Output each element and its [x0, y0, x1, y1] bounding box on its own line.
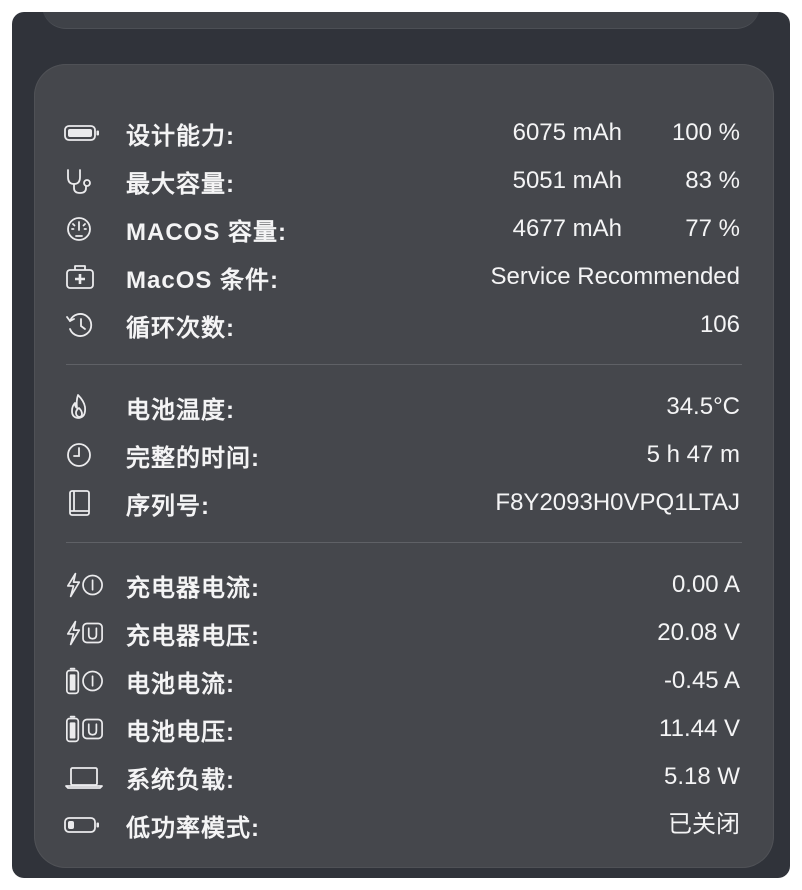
flame-icon: [64, 392, 104, 422]
gauge-icon: [64, 214, 104, 244]
low-power-mode-row: 低功率模式: 已关闭: [64, 807, 740, 843]
design-capacity-row: 设计能力: 6075 mAh 100 %: [64, 115, 740, 151]
battery-voltage-row: 电池电压: 11.44 V: [64, 711, 740, 747]
macos-capacity-row: MACOS 容量: 4677 mAh 77 %: [64, 211, 740, 247]
charger-current-label: 充电器电流:: [126, 574, 260, 602]
battery-info-card: 设计能力: 6075 mAh 100 % 最大容量: 5051 mAh 83 %…: [34, 64, 774, 868]
medical-kit-icon: [64, 262, 104, 292]
macos-capacity-percent: 77 %: [685, 215, 740, 242]
charger-voltage-value: 20.08 V: [657, 619, 740, 646]
time-remaining-row: 完整的时间: 5 h 47 m: [64, 437, 740, 473]
battery-voltage-value: 11.44 V: [659, 715, 740, 742]
divider-2: [66, 542, 742, 543]
cycle-count-row: 循环次数: 106: [64, 307, 740, 343]
temperature-label: 电池温度:: [126, 396, 235, 424]
cycle-count-value: 106: [699, 311, 740, 338]
battery-current-label: 电池电流:: [126, 670, 235, 698]
top-panel: [42, 12, 760, 29]
macos-condition-value: Service Recommended: [490, 263, 740, 290]
low-power-mode-label: 低功率模式:: [126, 814, 260, 842]
history-icon: [64, 310, 104, 340]
battery-window: 设计能力: 6075 mAh 100 % 最大容量: 5051 mAh 83 %…: [12, 12, 790, 878]
system-load-value: 5.18 W: [663, 763, 740, 790]
macos-condition-row: MacOS 条件: Service Recommended: [64, 259, 740, 295]
charger-current-icon: [64, 570, 104, 600]
temperature-row: 电池温度: 34.5°C: [64, 389, 740, 425]
system-load-row: 系统负载: 5.18 W: [64, 759, 740, 795]
macos-capacity-label: MACOS 容量:: [126, 218, 287, 246]
max-capacity-label: 最大容量:: [126, 170, 235, 198]
system-load-label: 系统负载:: [126, 766, 235, 794]
charger-current-value: 0.00 A: [671, 571, 740, 598]
battery-full-icon: [64, 118, 104, 148]
charger-voltage-row: 充电器电压: 20.08 V: [64, 615, 740, 651]
battery-voltage-label: 电池电压:: [126, 718, 235, 746]
temperature-value: 34.5°C: [666, 393, 740, 420]
design-capacity-percent: 100 %: [671, 119, 740, 146]
book-icon: [64, 488, 104, 518]
time-remaining-label: 完整的时间:: [126, 444, 260, 472]
serial-number-label: 序列号:: [126, 492, 210, 520]
max-capacity-value: 5051 mAh: [512, 167, 622, 194]
charger-voltage-icon: [64, 618, 104, 648]
design-capacity-value: 6075 mAh: [512, 119, 622, 146]
low-power-mode-value: 已关闭: [668, 811, 740, 838]
battery-current-value: -0.45 A: [663, 667, 740, 694]
macos-condition-label: MacOS 条件:: [126, 266, 280, 294]
serial-number-row: 序列号: F8Y2093H0VPQ1LTAJ: [64, 485, 740, 521]
battery-current-icon: [64, 666, 104, 696]
stethoscope-icon: [64, 166, 104, 196]
clock-icon: [64, 440, 104, 470]
battery-current-row: 电池电流: -0.45 A: [64, 663, 740, 699]
max-capacity-percent: 83 %: [685, 167, 740, 194]
time-remaining-value: 5 h 47 m: [646, 441, 740, 468]
laptop-icon: [64, 762, 104, 792]
charger-current-row: 充电器电流: 0.00 A: [64, 567, 740, 603]
design-capacity-label: 设计能力:: [126, 122, 235, 150]
cycle-count-label: 循环次数:: [126, 314, 235, 342]
max-capacity-row: 最大容量: 5051 mAh 83 %: [64, 163, 740, 199]
charger-voltage-label: 充电器电压:: [126, 622, 260, 650]
serial-number-value: F8Y2093H0VPQ1LTAJ: [495, 489, 740, 516]
battery-low-icon: [64, 810, 104, 840]
battery-voltage-icon: [64, 714, 104, 744]
divider-1: [66, 364, 742, 365]
macos-capacity-value: 4677 mAh: [512, 215, 622, 242]
